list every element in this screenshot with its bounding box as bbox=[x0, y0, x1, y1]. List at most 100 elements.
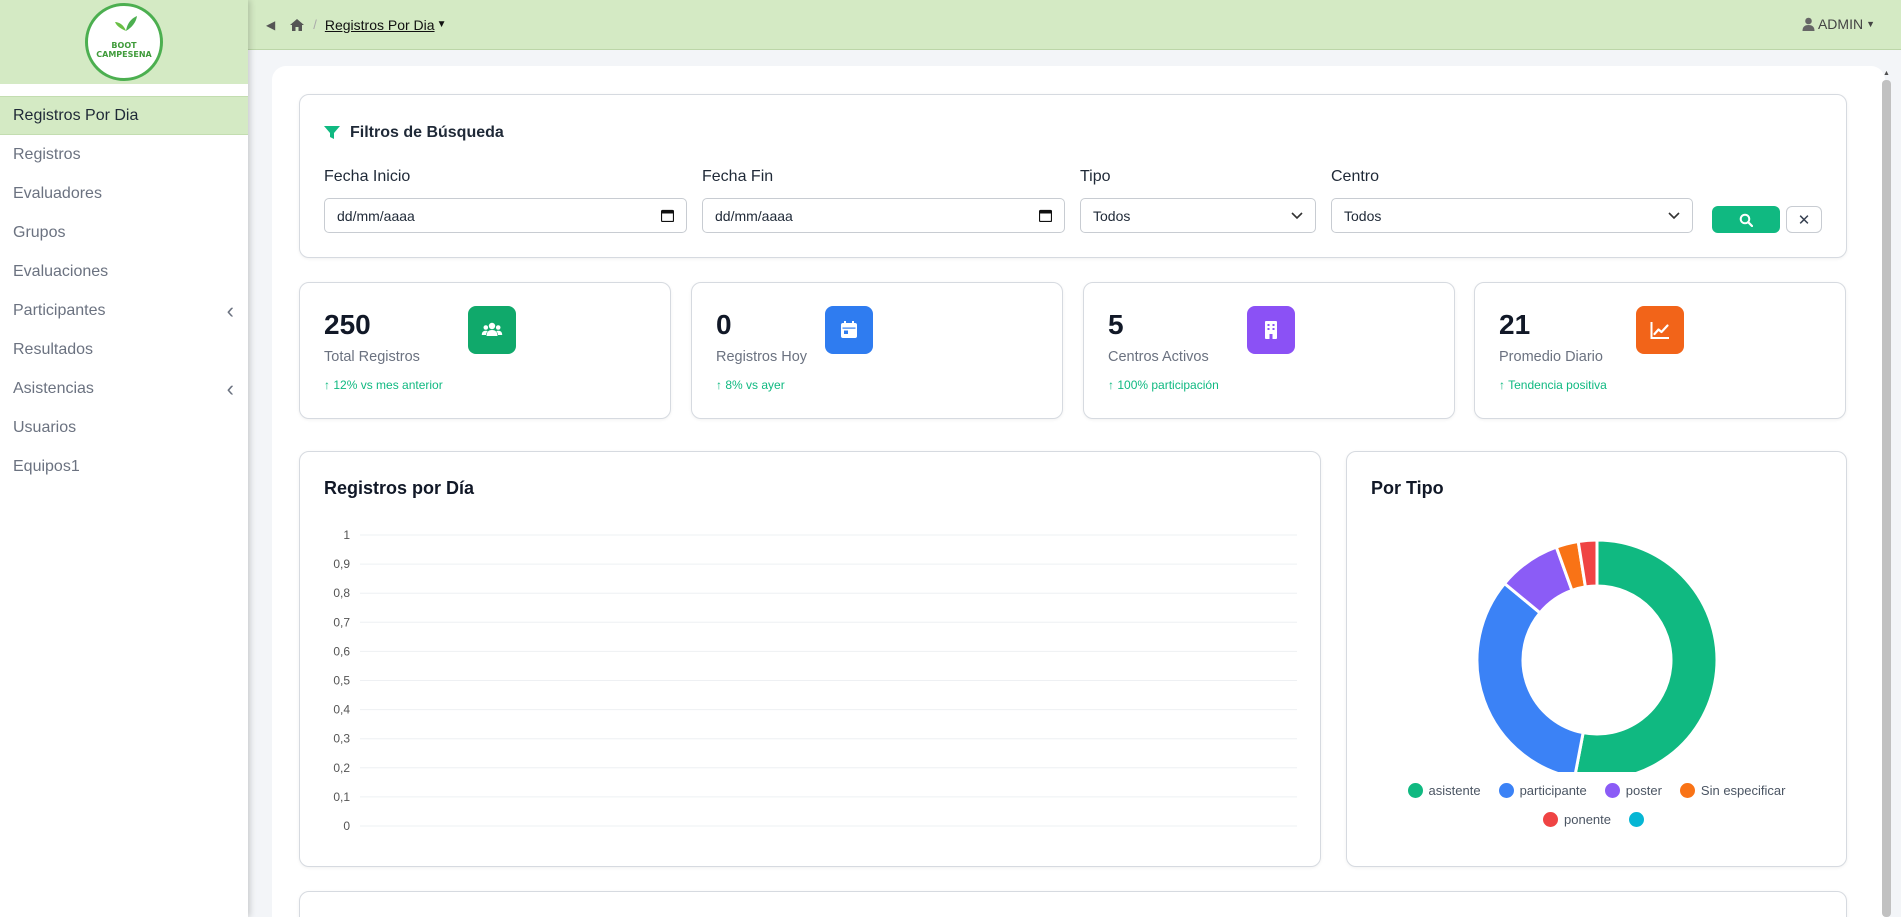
sidebar: BOOT CAMPESENA Registros Por Dia Registro… bbox=[0, 0, 248, 917]
tipo-select[interactable]: Todos bbox=[1080, 198, 1316, 233]
sidebar-item-label: Usuarios bbox=[13, 418, 77, 436]
fecha-fin-input[interactable]: dd/mm/aaaa bbox=[702, 198, 1065, 233]
fecha-inicio-value: dd/mm/aaaa bbox=[337, 207, 415, 224]
fecha-fin-label: Fecha Fin bbox=[702, 168, 774, 185]
sidebar-nav: Registros Por Dia Registros Evaluadores Gru… bbox=[0, 96, 248, 486]
legend-swatch bbox=[1604, 783, 1620, 798]
building-icon bbox=[1247, 306, 1295, 354]
sidebar-item-asistencias[interactable]: Asistencias ‹ bbox=[0, 369, 248, 408]
y-tick-label: 0,1 bbox=[333, 790, 350, 804]
legend-item[interactable]: asistente bbox=[1407, 782, 1481, 799]
y-tick-label: 0,2 bbox=[333, 761, 350, 775]
centro-select[interactable]: Todos bbox=[1331, 198, 1693, 233]
stat-trend: ↑ 8% vs ayer bbox=[716, 378, 785, 392]
stat-trend: ↑ 100% participación bbox=[1108, 378, 1219, 392]
stat-label: Registros Hoy bbox=[716, 349, 808, 365]
chevron-left-icon[interactable]: ‹ bbox=[227, 377, 234, 399]
stat-card-total-registros: 250 Total Registros ↑ 12% vs mes anterior bbox=[299, 282, 671, 419]
users-icon bbox=[468, 306, 516, 354]
fecha-inicio-label: Fecha Inicio bbox=[324, 168, 411, 185]
legend-label: poster bbox=[1625, 783, 1662, 798]
y-tick-label: 0,8 bbox=[333, 586, 350, 600]
sidebar-item-registros[interactable]: Registros bbox=[0, 135, 248, 174]
sidebar-item-label: Asistencias bbox=[13, 379, 94, 397]
stat-value: 250 bbox=[324, 309, 371, 340]
sidebar-item-grupos[interactable]: Grupos bbox=[0, 213, 248, 252]
user-name: ADMIN bbox=[1817, 16, 1864, 32]
legend-label: asistente bbox=[1428, 783, 1481, 798]
donut-slice-participante[interactable] bbox=[1475, 581, 1585, 772]
calendar-picker-icon[interactable] bbox=[661, 209, 674, 222]
legend-item[interactable]: poster bbox=[1604, 782, 1662, 799]
user-caret-icon: ▼ bbox=[1866, 19, 1875, 29]
sidebar-item-equipos1[interactable]: Equipos1 bbox=[0, 447, 248, 486]
calendar-icon bbox=[825, 306, 873, 354]
centro-label: Centro bbox=[1331, 168, 1380, 185]
y-tick-label: 0,3 bbox=[333, 732, 350, 746]
fecha-inicio-input[interactable]: dd/mm/aaaa bbox=[324, 198, 687, 233]
logo-line-1: BOOT bbox=[111, 41, 137, 50]
user-icon bbox=[1802, 17, 1815, 31]
sidebar-item-registros-por-dia[interactable]: Registros Por Dia bbox=[0, 96, 248, 135]
breadcrumb-current[interactable]: Registros Por Dia bbox=[325, 17, 435, 33]
scrollbar-thumb[interactable] bbox=[1882, 80, 1891, 917]
breadcrumb-separator: / bbox=[313, 17, 317, 32]
stat-trend-text: 12% vs mes anterior bbox=[333, 378, 443, 392]
y-tick-label: 0,5 bbox=[333, 674, 350, 688]
legend-swatch bbox=[1498, 783, 1514, 798]
chevron-down-icon bbox=[1668, 211, 1680, 219]
close-icon: ✕ bbox=[1797, 211, 1811, 229]
y-tick-label: 0,7 bbox=[333, 615, 350, 629]
collapse-sidebar-icon[interactable]: ◀ bbox=[266, 18, 275, 32]
logo[interactable]: BOOT CAMPESENA bbox=[85, 3, 163, 81]
legend-label: ponente bbox=[1564, 812, 1611, 827]
por-tipo-card: Por Tipo asistente participante poster Sin … bbox=[1346, 451, 1847, 867]
sidebar-item-label: Registros Por Dia bbox=[13, 106, 139, 124]
tipo-value: Todos bbox=[1093, 207, 1131, 224]
stat-trend-text: 100% participación bbox=[1117, 378, 1219, 392]
y-tick-label: 0,6 bbox=[333, 644, 350, 658]
y-tick-label: 0,9 bbox=[333, 557, 350, 571]
y-tick-label: 0 bbox=[343, 819, 350, 833]
chart-line-icon bbox=[1636, 306, 1684, 354]
sidebar-item-participantes[interactable]: Participantes ‹ bbox=[0, 291, 248, 330]
arrow-up-icon: ↑ bbox=[1108, 378, 1118, 392]
stat-trend-text: Tendencia positiva bbox=[1508, 378, 1607, 392]
sidebar-item-label: Grupos bbox=[13, 223, 66, 241]
search-button[interactable] bbox=[1712, 206, 1780, 233]
clear-filters-button[interactable]: ✕ bbox=[1786, 206, 1822, 233]
chevron-left-icon[interactable]: ‹ bbox=[227, 299, 234, 321]
user-menu[interactable]: ADMIN ▼ bbox=[1802, 16, 1875, 32]
legend-item[interactable]: Sin especificar bbox=[1679, 782, 1785, 799]
calendar-picker-icon[interactable] bbox=[1039, 209, 1052, 222]
sidebar-item-label: Resultados bbox=[13, 340, 94, 358]
donut-chart bbox=[1475, 538, 1719, 772]
sidebar-item-evaluadores[interactable]: Evaluadores bbox=[0, 174, 248, 213]
arrow-up-icon: ↑ bbox=[716, 378, 726, 392]
sidebar-item-label: Participantes bbox=[13, 301, 106, 319]
leaf-icon bbox=[115, 16, 137, 31]
sidebar-item-resultados[interactable]: Resultados bbox=[0, 330, 248, 369]
scrollbar[interactable]: ▲ bbox=[1882, 70, 1891, 917]
home-icon[interactable] bbox=[289, 18, 305, 32]
filters-title: Filtros de Búsqueda bbox=[324, 124, 504, 142]
sidebar-item-label: Equipos1 bbox=[13, 457, 80, 475]
legend-swatch bbox=[1679, 783, 1695, 798]
legend-swatch bbox=[1629, 812, 1644, 827]
scroll-up-icon[interactable]: ▲ bbox=[1883, 70, 1890, 77]
sidebar-item-usuarios[interactable]: Usuarios bbox=[0, 408, 248, 447]
sidebar-item-evaluaciones[interactable]: Evaluaciones bbox=[0, 252, 248, 291]
arrow-up-icon: ↑ bbox=[324, 378, 334, 392]
legend-item[interactable]: participante bbox=[1498, 782, 1587, 799]
stat-card-promedio-diario: 21 Promedio Diario ↑ Tendencia positiva bbox=[1474, 282, 1846, 419]
search-icon bbox=[1739, 213, 1753, 227]
breadcrumb-caret-icon[interactable]: ▼ bbox=[437, 19, 447, 30]
stat-label: Centros Activos bbox=[1108, 349, 1209, 365]
stat-trend: ↑ Tendencia positiva bbox=[1499, 378, 1607, 392]
fecha-fin-value: dd/mm/aaaa bbox=[715, 207, 793, 224]
legend-item[interactable] bbox=[1629, 811, 1650, 828]
stat-card-centros-activos: 5 Centros Activos ↑ 100% participación bbox=[1083, 282, 1455, 419]
stat-value: 0 bbox=[716, 309, 732, 340]
legend-item[interactable]: ponente bbox=[1543, 811, 1611, 828]
stat-label: Promedio Diario bbox=[1499, 349, 1603, 365]
